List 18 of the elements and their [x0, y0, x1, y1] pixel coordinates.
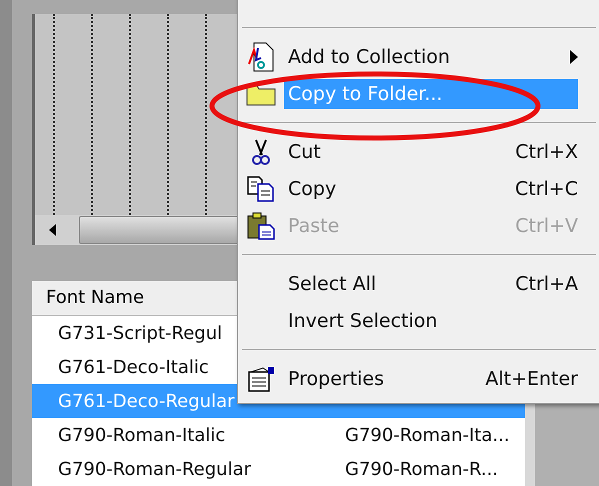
- menu-label: Copy to Folder...: [284, 78, 578, 108]
- table-cell-text: G790-Roman-Ita...: [345, 424, 511, 446]
- shortcut-text: Alt+Enter: [485, 368, 578, 390]
- shortcut-text: Ctrl+X: [515, 140, 578, 162]
- shortcut-text: Ctrl+A: [515, 272, 578, 294]
- menu-label: Copy: [287, 176, 338, 202]
- shortcut-text: Ctrl+C: [515, 178, 578, 200]
- menu-label: Properties: [287, 366, 386, 392]
- font-name: G761-Deco-Regular: [58, 390, 235, 412]
- menu-label: Select All: [287, 272, 378, 296]
- menu-label: Invert Selection: [287, 308, 438, 334]
- font-name: G790-Roman-Regular: [58, 458, 252, 480]
- table-cell-text: G790-Roman-R...: [345, 458, 500, 480]
- menu-label: Add to Collection: [287, 44, 451, 70]
- font-name: G790-Roman-Italic: [58, 424, 226, 446]
- menu-label: Cut: [287, 140, 322, 164]
- shortcut-text: Ctrl+V: [515, 214, 578, 236]
- menu-label: Paste: [287, 214, 340, 238]
